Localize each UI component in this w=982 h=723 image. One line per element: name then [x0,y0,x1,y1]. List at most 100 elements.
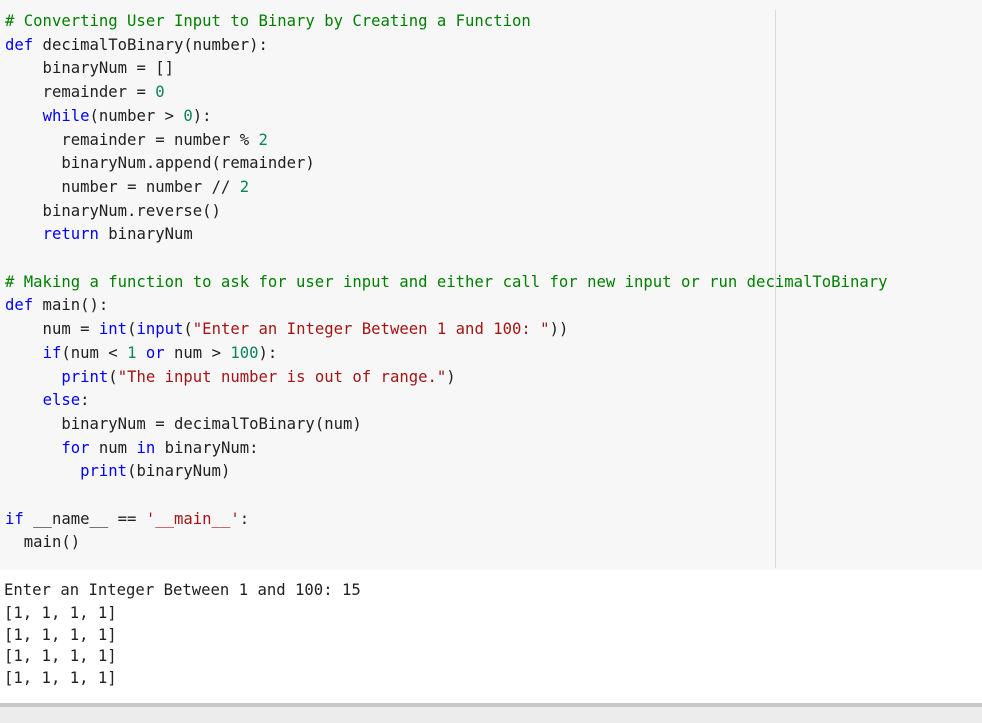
code-token: if [5,510,24,528]
code-token: number [164,131,240,149]
code-token: main [33,296,81,314]
code-token: = [80,320,90,338]
code-token: > [211,344,221,362]
code-token: (): [80,296,109,314]
code-line: binaryNum.append(remainder) [5,152,315,174]
code-token: (num [61,344,109,362]
code-token: def [5,296,34,314]
output-line: [1, 1, 1, 1] [4,669,117,687]
code-token: in [136,439,156,457]
code-token: )) [549,320,569,338]
code-token: def [5,36,34,54]
code-token: < [108,344,118,362]
code-token: "The input number is out of range." [117,368,447,386]
code-line: binaryNum = decimalToBinary(num) [5,413,361,435]
code-line: else: [5,389,90,411]
window-bottom [0,707,982,723]
code-line: remainder = 0 [5,81,165,103]
code-line: print("The input number is out of range.… [5,366,456,388]
cell-output: Enter an Integer Between 1 and 100: 15 [… [0,570,982,703]
code-token: (binaryNum) [127,462,231,480]
code-token: remainder [5,131,156,149]
code-token: '__main__' [145,510,240,528]
code-line: binaryNum.reverse() [5,200,221,222]
code-line: remainder = number % 2 [5,129,268,151]
code-token: input [136,320,184,338]
code-token: : [80,391,90,409]
code-token: main() [5,533,81,551]
code-token: binaryNum.reverse() [5,202,221,220]
code-token: ) [446,368,456,386]
code-token: 2 [258,131,268,149]
output-line: [1, 1, 1, 1] [4,647,117,665]
code-token: num [89,439,137,457]
code-token: int [98,320,128,338]
code-line: def main(): [5,294,108,316]
code-token: binaryNum [5,59,137,77]
code-token: (number): [183,36,268,54]
code-token: : [239,510,250,528]
code-token: if [42,344,62,362]
code-line: number = number // 2 [5,176,249,198]
code-line: if __name__ == '__main__': [5,508,249,530]
code-token: ( [108,368,118,386]
code-token: decimalToBinary [33,36,184,54]
code-line: num = int(input("Enter an Integer Betwee… [5,318,569,340]
code-cell[interactable]: # Converting User Input to Binary by Cre… [0,0,982,570]
code-token: > [164,107,175,125]
code-token: 100 [230,344,259,362]
code-token: binaryNum: [155,439,259,457]
code-token: "Enter an Integer Between 1 and 100: " [192,320,550,338]
code-token: num [5,320,81,338]
code-token: while [42,107,90,125]
code-line: # Making a function to ask for user inpu… [5,271,888,293]
code-token: or [145,344,165,362]
code-line: while(number > 0): [5,105,212,127]
code-line: return binaryNum [5,223,193,245]
code-token: = [155,131,165,149]
code-line: main() [5,531,80,553]
code-line: if(num < 1 or num > 100): [5,342,278,364]
code-token: binaryNum [5,415,156,433]
code-line: # Converting User Input to Binary by Cre… [5,10,531,32]
code-token: ): [192,107,212,125]
output-line: [1, 1, 1, 1] [4,604,117,622]
code-token: = [136,59,146,77]
code-line: def decimalToBinary(number): [5,34,268,56]
code-token: number [136,178,212,196]
code-token: else [42,391,81,409]
code-token: = [136,83,146,101]
code-line: print(binaryNum) [5,460,230,482]
code-token: (number [89,107,165,125]
code-token: for [61,439,90,457]
code-token: 0 [155,83,165,101]
code-token: // [211,178,231,196]
output-line-prompt: Enter an Integer Between 1 and 100: 15 [4,581,361,599]
code-token: [] [145,59,174,77]
code-token: num [164,344,212,362]
code-token: # Making a function to ask for user inpu… [5,273,888,291]
code-token: = [155,415,165,433]
code-token: # Converting User Input to Binary by Cre… [5,12,531,30]
code-token: % [239,131,250,149]
code-token: print [61,368,109,386]
code-token: number [5,178,128,196]
code-token: binaryNum.append(remainder) [5,154,315,172]
code-token: binaryNum [98,225,193,243]
code-token: __name__ [23,510,118,528]
